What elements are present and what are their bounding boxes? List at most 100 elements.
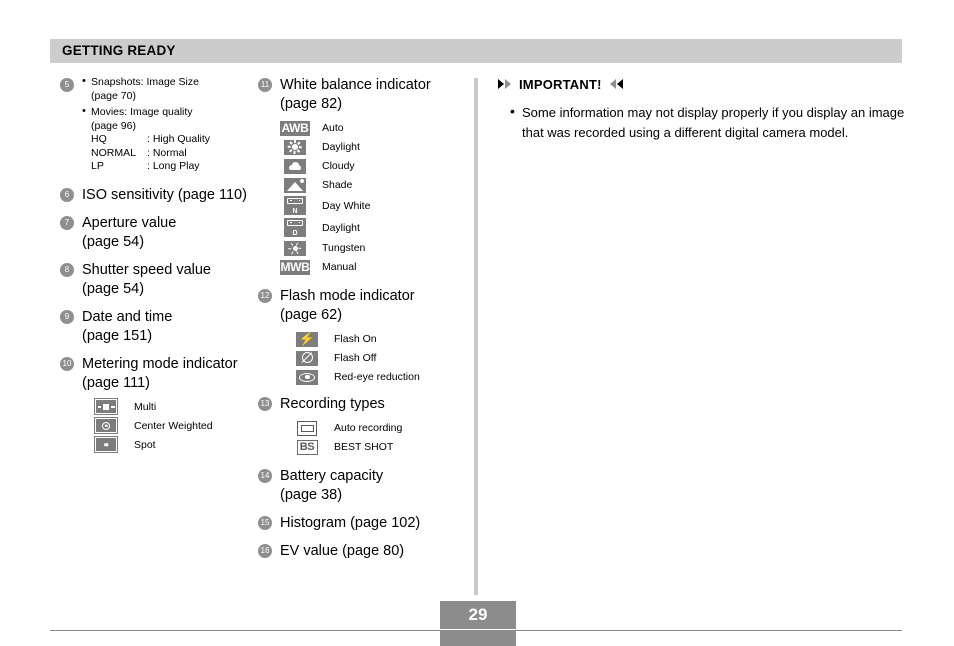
list-item-9: 9 Date and time (page 151) [60, 308, 260, 346]
left-column: 5 Snapshots: Image Size (page 70) Movies… [60, 75, 260, 463]
metering-center-weighted-label: Center Weighted [134, 419, 213, 432]
snapshots-page-ref: (page 70) [91, 89, 136, 102]
date-and-time-page-ref: (page 151) [82, 327, 153, 344]
list-item-10: 10 Metering mode indicator (page 111) Mu… [60, 355, 260, 454]
item-number-badge: 5 [60, 78, 74, 92]
wb-auto-label: Auto [322, 122, 344, 134]
list-item: Red-eye reduction [294, 368, 470, 386]
tungsten-bulb-icon [284, 240, 306, 256]
wb-manual-label: Manual [322, 261, 357, 273]
battery-capacity-page-ref: (page 38) [280, 487, 343, 503]
wb-cloudy-label: Cloudy [322, 160, 355, 172]
table-row: LP : Long Play [82, 160, 260, 174]
list-item-8: 8 Shutter speed value (page 54) [60, 261, 260, 299]
quality-key: LP [91, 160, 104, 172]
wb-fluorescent-daylight-label: Daylight [322, 221, 360, 234]
shutter-speed-label: Shutter speed value [82, 261, 211, 278]
middle-column: 11 White balance indicator (page 82) AWB… [258, 76, 470, 570]
metering-mode-label: Metering mode indicator [82, 355, 238, 372]
column-divider [474, 78, 478, 595]
list-item: Flash Off [294, 349, 470, 367]
item-number-badge: 10 [60, 356, 74, 371]
list-item: Shade [280, 176, 470, 194]
item-number-badge: 16 [258, 544, 272, 558]
best-shot-icon: BS [296, 439, 318, 455]
aperture-value-label: Aperture value [82, 214, 177, 231]
page-title: GETTING READY [62, 43, 176, 58]
flash-off-label: Flash Off [334, 352, 377, 364]
list-item: Cloudy [280, 157, 470, 175]
recording-types-icon-list: Auto recording BS BEST SHOT [280, 419, 470, 456]
page-header-bar: GETTING READY [50, 39, 902, 63]
page-number: 29 [440, 601, 516, 629]
flash-mode-label: Flash mode indicator [280, 288, 415, 304]
item-number-badge: 11 [258, 78, 272, 92]
item-number-badge: 6 [60, 187, 74, 202]
metering-spot-icon [94, 436, 118, 453]
item-number-badge: 14 [258, 469, 272, 483]
bullet-icon: • [510, 103, 515, 119]
sun-icon [284, 139, 306, 155]
list-item-6: 6 ISO sensitivity (page 110) [60, 186, 260, 205]
important-right-marker-icon [609, 79, 623, 89]
list-item: BS BEST SHOT [294, 438, 470, 456]
recording-types-label: Recording types [280, 396, 385, 412]
red-eye-reduction-icon [296, 369, 318, 385]
item-number-badge: 13 [258, 397, 272, 411]
snapshots-bullet: Snapshots: Image Size [82, 75, 260, 90]
list-item-16: 16 EV value (page 80) [258, 542, 470, 561]
quality-value: : Long Play [147, 160, 200, 172]
item-number-badge: 12 [258, 289, 272, 303]
item-number-badge: 8 [60, 262, 74, 277]
table-row: HQ : High Quality [82, 133, 260, 147]
wb-day-white-label: Day White [322, 199, 371, 212]
metering-spot-label: Spot [134, 438, 156, 451]
white-balance-page-ref: (page 82) [280, 96, 343, 112]
important-heading-label: IMPORTANT! [519, 76, 602, 92]
list-item-5: 5 Snapshots: Image Size (page 70) Movies… [60, 75, 260, 174]
battery-capacity-label: Battery capacity [280, 468, 384, 484]
best-shot-label: BEST SHOT [334, 441, 394, 453]
list-item-15: 15 Histogram (page 102) [258, 514, 470, 533]
histogram-label: Histogram (page 102) [280, 515, 421, 531]
flash-on-label: Flash On [334, 333, 377, 345]
metering-center-weighted-icon [94, 417, 118, 434]
red-eye-reduction-label: Red-eye reduction [334, 371, 420, 383]
shutter-speed-page-ref: (page 54) [82, 280, 145, 297]
auto-recording-icon [297, 420, 317, 436]
list-item-14: 14 Battery capacity (page 38) [258, 467, 470, 505]
list-item: MWB Manual [280, 258, 470, 276]
ev-value-label: EV value (page 80) [280, 543, 405, 559]
list-item: Auto recording [294, 419, 470, 437]
metering-multi-label: Multi [134, 400, 157, 413]
iso-sensitivity-label: ISO sensitivity (page 110) [82, 186, 247, 203]
list-item: Center Weighted [94, 417, 260, 435]
important-note: • Some information may not display prope… [498, 103, 908, 142]
quality-key: HQ [91, 133, 107, 145]
date-and-time-label: Date and time [82, 308, 173, 325]
flash-off-icon [296, 350, 318, 366]
list-item-11: 11 White balance indicator (page 82) AWB… [258, 76, 470, 276]
list-item: Daylight [280, 138, 470, 156]
white-balance-icon-list: AWB Auto Daylight Cloudy Shade N Day Whi… [280, 119, 470, 276]
quality-value: : High Quality [147, 133, 211, 145]
item-number-badge: 15 [258, 516, 272, 530]
mwb-text-icon: MWB [280, 259, 310, 275]
wb-tungsten-label: Tungsten [322, 242, 366, 254]
auto-recording-label: Auto recording [334, 422, 403, 434]
white-balance-label: White balance indicator [280, 77, 431, 93]
quality-value: : Normal [147, 146, 187, 159]
list-item-12: 12 Flash mode indicator (page 62) Flash … [258, 287, 470, 386]
list-item-7: 7 Aperture value (page 54) [60, 214, 260, 252]
flash-mode-page-ref: (page 62) [280, 307, 343, 323]
list-item: Tungsten [280, 239, 470, 257]
movies-bullet: Movies: Image quality [82, 105, 260, 120]
metering-mode-page-ref: (page 111) [82, 374, 150, 391]
list-item: AWB Auto [280, 119, 470, 137]
movies-page-ref: (page 96) [91, 119, 136, 132]
fluorescent-day-white-icon: N [284, 196, 306, 215]
metering-multi-icon [94, 398, 118, 415]
list-item: N Day White [280, 195, 470, 216]
aperture-page-ref: (page 54) [82, 233, 145, 250]
list-item: Flash On [294, 330, 470, 348]
